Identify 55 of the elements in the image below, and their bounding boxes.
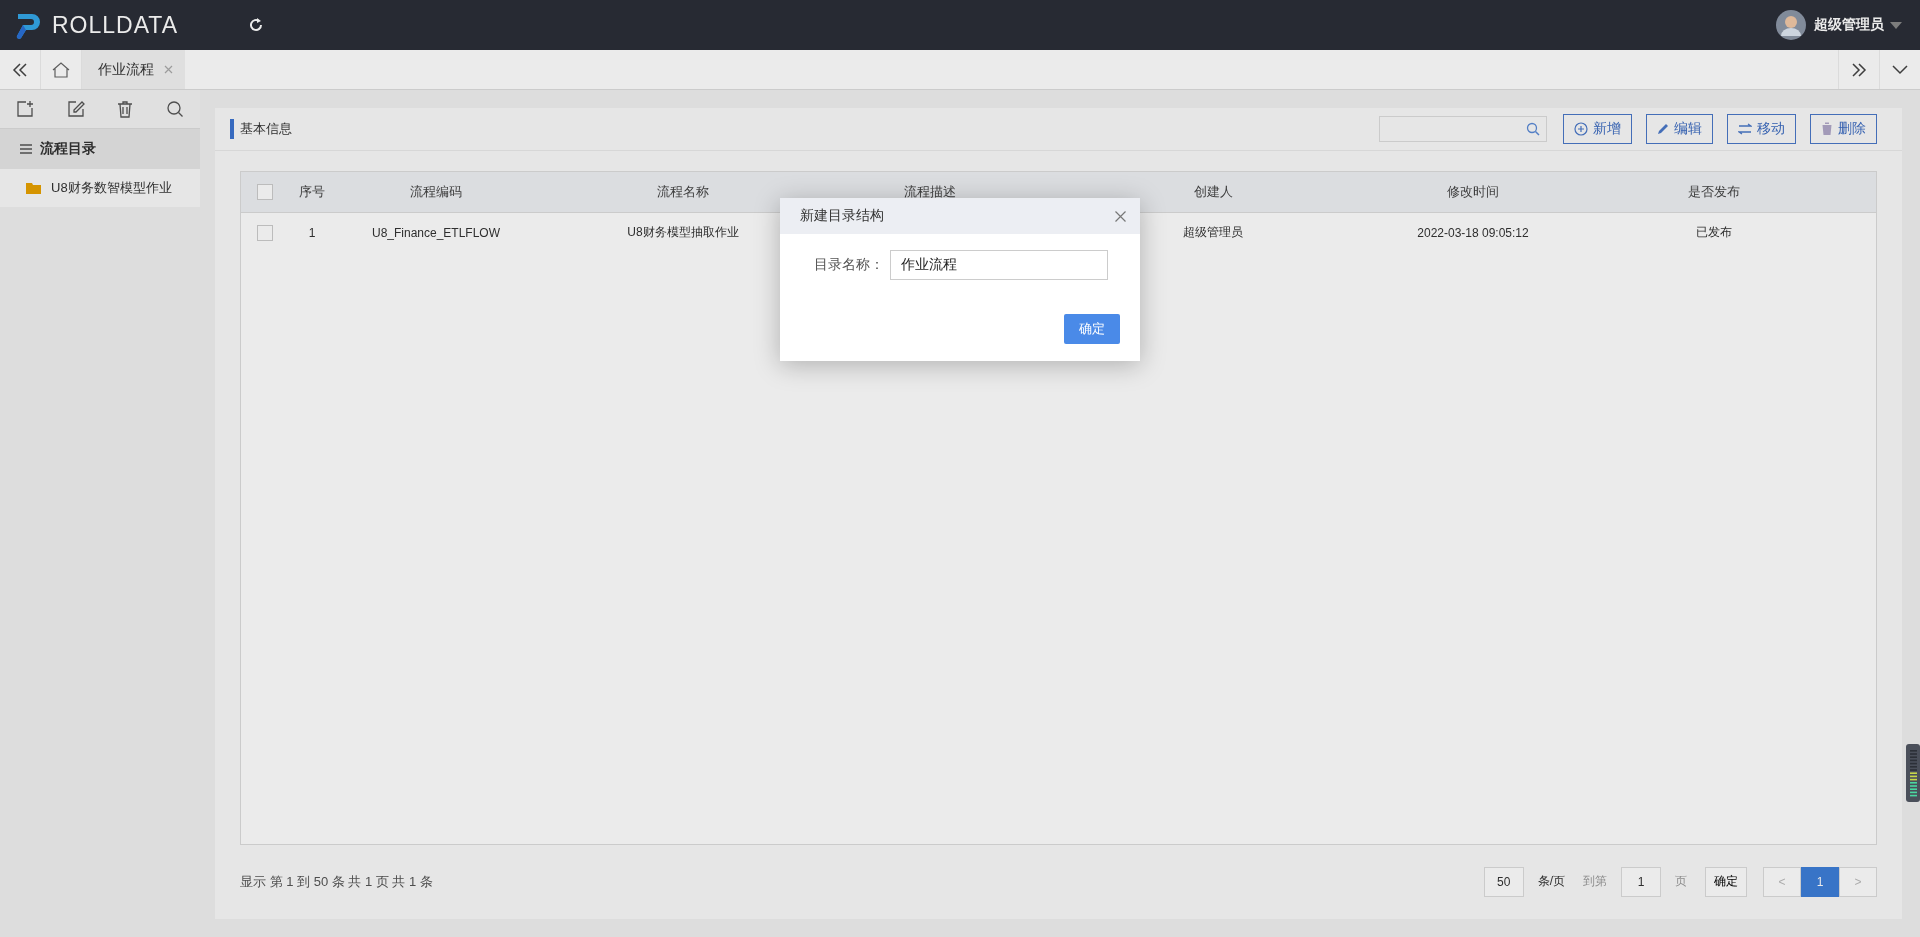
double-chevron-left-icon[interactable] <box>12 62 28 77</box>
folder-icon <box>26 182 41 194</box>
goto-page-field[interactable]: 1 <box>1621 866 1661 897</box>
search-icon <box>1526 121 1540 136</box>
page-size-select[interactable]: 50 <box>1483 866 1524 897</box>
pencil-icon <box>1657 122 1669 135</box>
tree-item[interactable]: U8财务数智模型作业 <box>0 169 200 207</box>
pagination-summary: 显示 第 1 到 50 条 共 1 页 共 1 条 <box>240 872 433 891</box>
table-cell: U8财务模型抽取作业 <box>627 225 739 240</box>
chevron-down-icon[interactable] <box>1892 64 1908 75</box>
sidebar-title: 流程目录 <box>40 140 96 158</box>
column-header: 修改时间 <box>1395 171 1551 213</box>
page-size-unit: 条/页 <box>1537 873 1565 891</box>
row-checkbox[interactable] <box>257 224 273 241</box>
table-cell: 已发布 <box>1695 225 1732 240</box>
avatar-icon[interactable] <box>1776 10 1806 40</box>
trash-icon <box>1821 122 1833 136</box>
search-field[interactable] <box>1379 115 1547 142</box>
swap-icon <box>1738 122 1752 135</box>
page-unit: 页 <box>1675 873 1687 891</box>
caret-icon[interactable] <box>1890 21 1902 29</box>
tree-item-label: U8财务数智模型作业 <box>51 179 172 197</box>
goto-label: 到第 <box>1583 873 1607 891</box>
add-icon[interactable] <box>16 100 35 118</box>
double-chevron-right-icon[interactable] <box>1851 62 1867 77</box>
table-cell: 超级管理员 <box>1183 225 1243 240</box>
refresh-icon[interactable] <box>248 17 264 33</box>
confirm-button[interactable]: 确定 <box>1064 313 1120 344</box>
table-cell: 2022-03-18 09:05:12 <box>1417 225 1529 240</box>
home-icon[interactable] <box>52 61 70 78</box>
edit-button[interactable]: 编辑 <box>1646 113 1713 144</box>
column-header: 是否发布 <box>1551 171 1876 213</box>
directory-name-field[interactable]: 作业流程 <box>890 250 1108 280</box>
add-button[interactable]: 新增 <box>1563 113 1632 144</box>
goto-confirm-button[interactable]: 确定 <box>1705 866 1747 897</box>
table-cell: U8_Finance_ETLFLOW <box>371 225 501 240</box>
table-cell: 1 <box>308 225 316 240</box>
column-header: 序号 <box>289 171 335 213</box>
column-header: 流程编码 <box>335 171 537 213</box>
delete-button[interactable]: 删除 <box>1810 113 1877 144</box>
page-button[interactable]: 1 <box>1801 866 1839 897</box>
move-button[interactable]: 移动 <box>1727 113 1796 144</box>
menu-icon <box>20 144 32 154</box>
search-icon[interactable] <box>165 100 184 118</box>
tab[interactable]: 作业流程 <box>82 50 185 89</box>
level-meter-icon <box>1906 744 1920 802</box>
select-all-checkbox[interactable] <box>257 183 273 200</box>
user-name[interactable]: 超级管理员 <box>1814 16 1884 34</box>
logo-text: ROLLDATA <box>52 11 178 39</box>
section-title: 基本信息 <box>230 118 292 139</box>
field-label: 目录名称： <box>814 256 884 274</box>
edit-icon[interactable] <box>66 100 85 118</box>
close-icon[interactable] <box>1115 210 1126 222</box>
trash-icon[interactable] <box>117 100 134 118</box>
plus-circle-icon <box>1574 121 1588 136</box>
